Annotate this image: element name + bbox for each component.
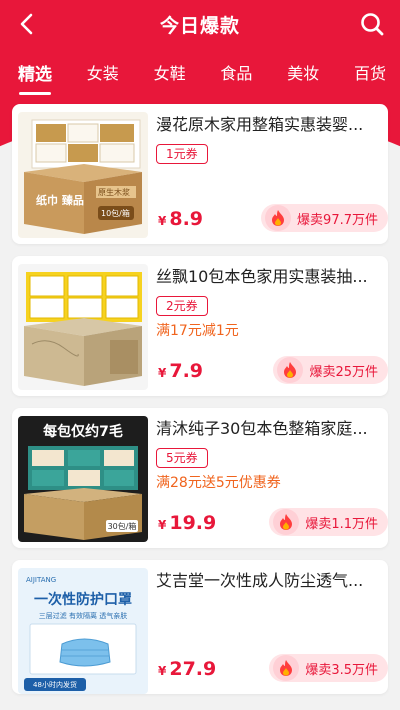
promotion-text: 满28元送5元优惠券 bbox=[156, 475, 281, 491]
flame-icon bbox=[277, 357, 304, 383]
product-price: ¥7.9 bbox=[158, 360, 204, 382]
top-bar: 今日爆款 bbox=[0, 0, 400, 48]
product-info: 清沐纯子30包本色整箱家庭... 5元券 满28元送5元优惠券 ¥19.9 爆卖… bbox=[156, 418, 388, 540]
product-price: ¥19.9 bbox=[158, 512, 217, 534]
product-price: ¥8.9 bbox=[158, 208, 204, 230]
product-card[interactable]: AIJITANG 一次性防护口罩 三层过滤 有效隔离 透气亲肤 48小时内发货 … bbox=[12, 560, 388, 694]
product-image[interactable]: 每包仅约7毛 30包/箱 bbox=[18, 416, 148, 542]
brand-text: AIJITANG bbox=[26, 576, 56, 584]
sales-count: 爆卖1.1万件 bbox=[305, 516, 378, 532]
tab-womens-clothing[interactable]: 女装 bbox=[87, 56, 119, 88]
box-side-text: 原生木浆 bbox=[98, 187, 130, 197]
product-list: 纸巾 臻品 原生木浆 10包/箱 漫花原木家用整箱实惠装婴... 1元券 ¥8.… bbox=[12, 104, 388, 694]
sales-badge: 爆卖1.1万件 bbox=[269, 508, 388, 536]
product-card[interactable]: 纸巾 臻品 原生木浆 10包/箱 漫花原木家用整箱实惠装婴... 1元券 ¥8.… bbox=[12, 104, 388, 244]
promotion-text: 满17元减1元 bbox=[156, 323, 239, 339]
category-tabs: 精选 女装 女鞋 食品 美妆 百货 bbox=[0, 52, 400, 92]
tab-food[interactable]: 食品 bbox=[220, 56, 252, 88]
back-arrow-icon[interactable] bbox=[14, 10, 42, 38]
package-subtitle: 三层过滤 有效隔离 透气亲肤 bbox=[39, 611, 127, 620]
page-title: 今日爆款 bbox=[159, 14, 240, 37]
product-card[interactable]: 丝飘10包本色家用实惠装抽... 2元券 满17元减1元 ¥7.9 爆卖25万件 bbox=[12, 256, 388, 396]
coupon-badge[interactable]: 1元券 bbox=[156, 144, 208, 164]
product-price: ¥27.9 bbox=[158, 658, 217, 680]
sales-badge: 爆卖97.7万件 bbox=[261, 204, 388, 232]
product-image[interactable] bbox=[18, 264, 148, 390]
product-image[interactable]: 纸巾 臻品 原生木浆 10包/箱 bbox=[18, 112, 148, 238]
product-info: 漫花原木家用整箱实惠装婴... 1元券 ¥8.9 爆卖97.7万件 bbox=[156, 114, 388, 236]
product-image[interactable]: AIJITANG 一次性防护口罩 三层过滤 有效隔离 透气亲肤 48小时内发货 bbox=[18, 568, 148, 694]
sales-count: 爆卖3.5万件 bbox=[305, 662, 378, 678]
product-name[interactable]: 艾吉堂一次性成人防尘透气... bbox=[156, 570, 380, 592]
product-name[interactable]: 漫花原木家用整箱实惠装婴... bbox=[156, 114, 380, 136]
box-count-text: 30包/箱 bbox=[108, 521, 137, 531]
coupon-badge[interactable]: 5元券 bbox=[156, 448, 208, 468]
tab-womens-shoes[interactable]: 女鞋 bbox=[154, 56, 186, 88]
product-name[interactable]: 丝飘10包本色家用实惠装抽... bbox=[156, 266, 380, 288]
box-brand-text: 纸巾 臻品 bbox=[36, 193, 84, 207]
sales-badge: 爆卖3.5万件 bbox=[269, 654, 388, 682]
package-title: 一次性防护口罩 bbox=[34, 591, 132, 608]
flame-icon bbox=[265, 205, 292, 231]
price-row: ¥27.9 爆卖3.5万件 bbox=[156, 654, 388, 682]
product-name[interactable]: 清沐纯子30包本色整箱家庭... bbox=[156, 418, 380, 440]
product-card[interactable]: 每包仅约7毛 30包/箱 清沐纯子30包本色整箱家庭... 5元券 满28元送5… bbox=[12, 408, 388, 548]
product-info: 艾吉堂一次性成人防尘透气... ¥27.9 爆卖3.5万件 bbox=[156, 570, 388, 686]
flame-icon bbox=[273, 509, 300, 535]
flame-icon bbox=[273, 655, 300, 681]
sales-count: 爆卖97.7万件 bbox=[297, 212, 378, 228]
price-row: ¥7.9 爆卖25万件 bbox=[156, 356, 388, 384]
price-row: ¥8.9 爆卖97.7万件 bbox=[156, 204, 388, 232]
product-info: 丝飘10包本色家用实惠装抽... 2元券 满17元减1元 ¥7.9 爆卖25万件 bbox=[156, 266, 388, 388]
tab-beauty[interactable]: 美妆 bbox=[287, 56, 319, 88]
sales-badge: 爆卖25万件 bbox=[273, 356, 388, 384]
price-row: ¥19.9 爆卖1.1万件 bbox=[156, 508, 388, 536]
search-icon[interactable] bbox=[358, 10, 386, 38]
tab-general-goods[interactable]: 百货 bbox=[354, 56, 386, 88]
shipping-note: 48小时内发货 bbox=[33, 680, 77, 689]
sales-count: 爆卖25万件 bbox=[309, 364, 378, 380]
banner-text: 每包仅约7毛 bbox=[43, 423, 123, 440]
box-count-text: 10包/箱 bbox=[101, 208, 130, 218]
tab-featured[interactable]: 精选 bbox=[18, 56, 52, 89]
coupon-badge[interactable]: 2元券 bbox=[156, 296, 208, 316]
